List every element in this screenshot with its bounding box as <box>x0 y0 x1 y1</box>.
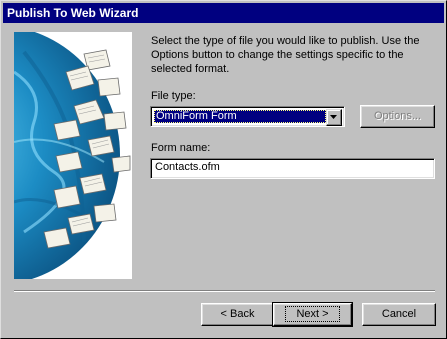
next-button[interactable]: Next > <box>272 302 353 327</box>
wizard-instructions: Select the type of file you would like t… <box>151 35 420 75</box>
form-name-label: Form name: <box>151 142 210 155</box>
next-button-label: Next > <box>285 306 340 322</box>
form-name-value: Contacts.ofm <box>155 161 220 173</box>
file-type-label-text: File type: <box>151 90 196 102</box>
cancel-button-label: Cancel <box>381 308 417 320</box>
wizard-window: Publish To Web Wizard Select the type of… <box>0 0 447 339</box>
file-type-select[interactable]: OmniForm Form <box>150 106 345 127</box>
file-type-label: File type: <box>151 90 196 103</box>
button-divider <box>14 290 435 292</box>
file-type-selected-value: OmniForm Form <box>154 110 326 123</box>
file-type-dropdown-button[interactable] <box>326 109 342 126</box>
options-button-label: Options... <box>373 110 422 122</box>
back-button-label: Back <box>230 308 255 320</box>
options-button[interactable]: Options... <box>360 105 435 128</box>
wizard-globe-illustration <box>14 32 132 279</box>
cancel-button[interactable]: Cancel <box>362 303 436 326</box>
window-title: Publish To Web Wizard <box>7 6 139 20</box>
globe-papers-icon <box>14 32 132 279</box>
title-bar[interactable]: Publish To Web Wizard <box>3 3 444 23</box>
back-button[interactable]: < Back <box>201 303 274 326</box>
form-name-label-text: Form name: <box>151 142 211 154</box>
chevron-down-icon <box>330 115 337 119</box>
form-name-input[interactable]: Contacts.ofm <box>150 158 435 179</box>
back-button-prefix: < <box>220 308 230 320</box>
